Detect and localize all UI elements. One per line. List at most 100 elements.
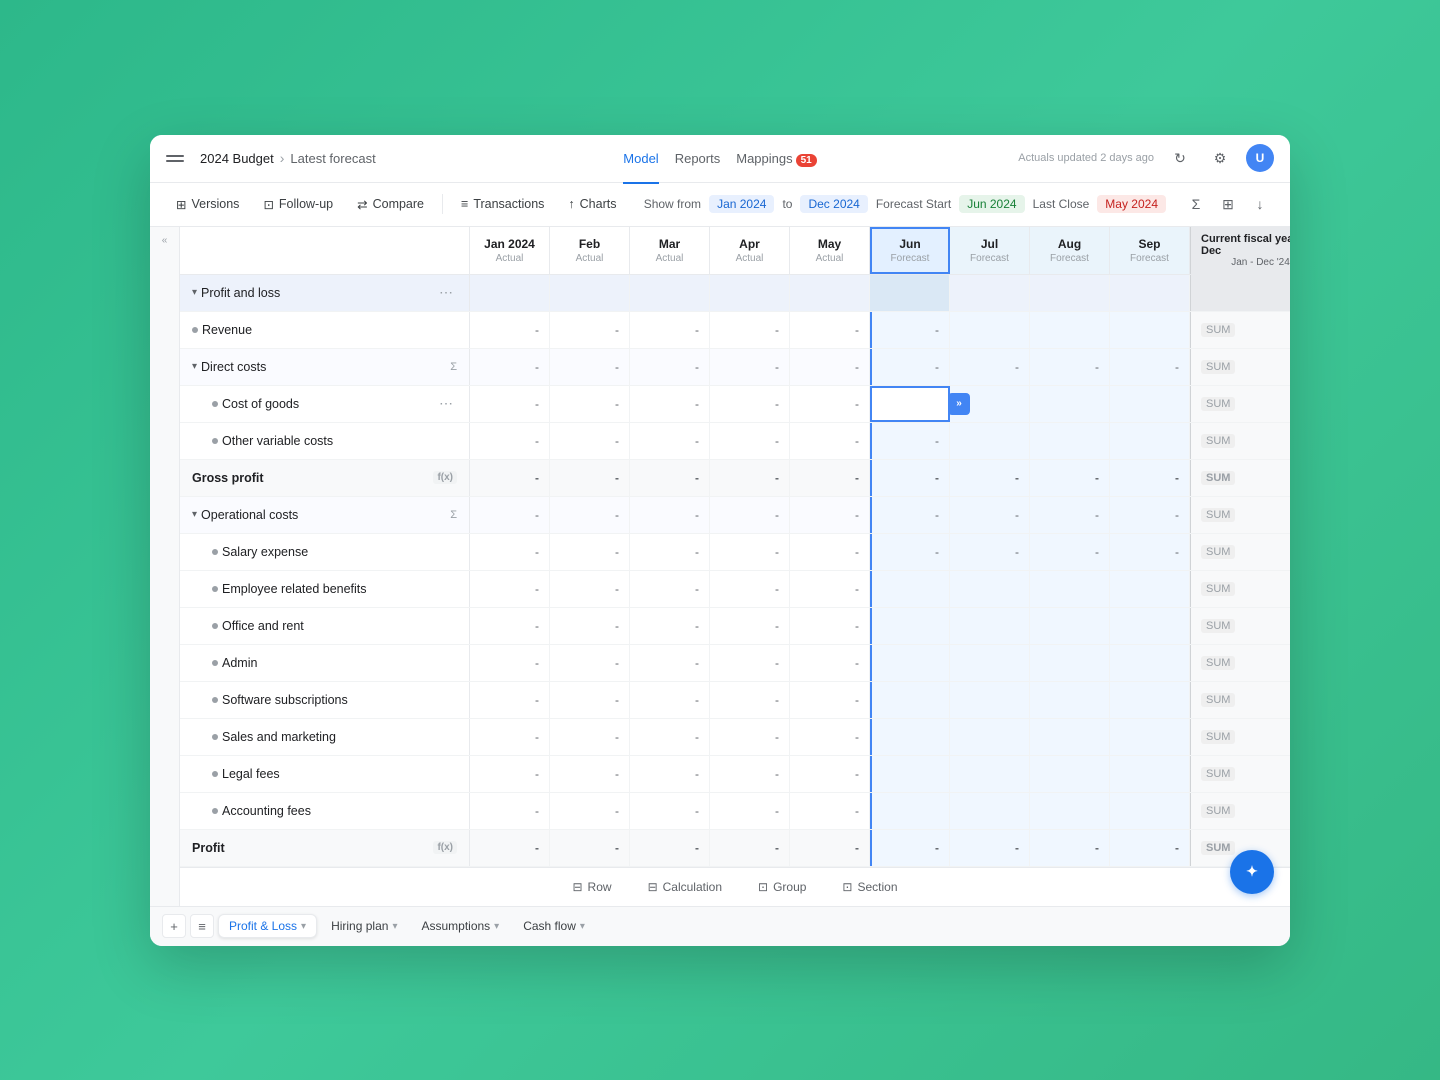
from-date-chip[interactable]: Jan 2024 <box>709 195 774 213</box>
pl-sep[interactable] <box>1110 275 1190 311</box>
tab-profit-loss[interactable]: Profit & Loss ▾ <box>218 914 317 938</box>
sheet-list-button[interactable]: ≡ <box>190 914 214 938</box>
rev-feb[interactable]: - <box>550 312 630 348</box>
ov-may[interactable]: - <box>790 423 870 459</box>
ov-aug[interactable] <box>1030 423 1110 459</box>
user-avatar[interactable]: U <box>1246 144 1274 172</box>
dc-may[interactable]: - <box>790 349 870 385</box>
adm-mar[interactable]: - <box>630 645 710 681</box>
eb-jul[interactable] <box>950 571 1030 607</box>
sm-jul[interactable] <box>950 719 1030 755</box>
gp-feb[interactable]: - <box>550 460 630 496</box>
gp-sep[interactable]: - <box>1110 460 1190 496</box>
ov-sep[interactable] <box>1110 423 1190 459</box>
adm-may[interactable]: - <box>790 645 870 681</box>
dc-mar[interactable]: - <box>630 349 710 385</box>
eb-jun[interactable] <box>870 571 950 607</box>
eb-sep[interactable] <box>1110 571 1190 607</box>
fab-button[interactable]: ✦ <box>1230 850 1274 894</box>
sw-jun[interactable] <box>870 682 950 718</box>
compare-button[interactable]: ⇄ Compare <box>347 192 434 217</box>
breadcrumb-item-1[interactable]: 2024 Budget <box>200 151 274 166</box>
pl-jul[interactable] <box>950 275 1030 311</box>
tab-assumptions[interactable]: Assumptions ▾ <box>411 915 509 937</box>
or-aug[interactable] <box>1030 608 1110 644</box>
adm-apr[interactable]: - <box>710 645 790 681</box>
cog-may[interactable]: - <box>790 386 870 422</box>
adm-feb[interactable]: - <box>550 645 630 681</box>
oc-sep[interactable]: - <box>1110 497 1190 533</box>
af-mar[interactable]: - <box>630 793 710 829</box>
af-aug[interactable] <box>1030 793 1110 829</box>
profit-mar[interactable]: - <box>630 830 710 866</box>
pl-aug[interactable] <box>1030 275 1110 311</box>
profit-sep[interactable]: - <box>1110 830 1190 866</box>
lf-jul[interactable] <box>950 756 1030 792</box>
adm-jun[interactable] <box>870 645 950 681</box>
dc-apr[interactable]: - <box>710 349 790 385</box>
profit-apr[interactable]: - <box>710 830 790 866</box>
oc-feb[interactable]: - <box>550 497 630 533</box>
tab-hiring-plan[interactable]: Hiring plan ▾ <box>321 915 407 937</box>
sm-may[interactable]: - <box>790 719 870 755</box>
af-apr[interactable]: - <box>710 793 790 829</box>
add-calculation-button[interactable]: ⊟ Calculation <box>638 876 732 898</box>
or-feb[interactable]: - <box>550 608 630 644</box>
oc-chevron[interactable]: ▾ <box>192 509 197 520</box>
grid-icon-btn[interactable]: ⊞ <box>1214 190 1242 218</box>
gp-jan[interactable]: - <box>470 460 550 496</box>
settings-button[interactable]: ⚙ <box>1206 144 1234 172</box>
lf-aug[interactable] <box>1030 756 1110 792</box>
sw-jul[interactable] <box>950 682 1030 718</box>
ov-apr[interactable]: - <box>710 423 790 459</box>
profit-jun[interactable]: - <box>870 830 950 866</box>
sal-apr[interactable]: - <box>710 534 790 570</box>
sm-feb[interactable]: - <box>550 719 630 755</box>
pl-jan[interactable] <box>470 275 550 311</box>
forecast-date-chip[interactable]: Jun 2024 <box>959 195 1024 213</box>
profit-may[interactable]: - <box>790 830 870 866</box>
af-feb[interactable]: - <box>550 793 630 829</box>
sal-mar[interactable]: - <box>630 534 710 570</box>
sum-icon-btn[interactable]: Σ <box>1182 190 1210 218</box>
gp-jul[interactable]: - <box>950 460 1030 496</box>
adm-jan[interactable]: - <box>470 645 550 681</box>
rev-aug[interactable] <box>1030 312 1110 348</box>
sm-jan[interactable]: - <box>470 719 550 755</box>
sm-apr[interactable]: - <box>710 719 790 755</box>
tab-reports[interactable]: Reports <box>675 147 721 170</box>
af-jun[interactable] <box>870 793 950 829</box>
sal-jul[interactable]: - <box>950 534 1030 570</box>
oc-aug[interactable]: - <box>1030 497 1110 533</box>
dc-aug[interactable]: - <box>1030 349 1110 385</box>
lf-sep[interactable] <box>1110 756 1190 792</box>
rev-sep[interactable] <box>1110 312 1190 348</box>
lf-feb[interactable]: - <box>550 756 630 792</box>
sal-aug[interactable]: - <box>1030 534 1110 570</box>
gp-apr[interactable]: - <box>710 460 790 496</box>
sm-jun[interactable] <box>870 719 950 755</box>
ov-jun[interactable]: - <box>870 423 950 459</box>
follow-up-button[interactable]: ⊡ Follow-up <box>253 192 343 217</box>
dc-chevron[interactable]: ▾ <box>192 361 197 372</box>
af-jan[interactable]: - <box>470 793 550 829</box>
gp-mar[interactable]: - <box>630 460 710 496</box>
pl-chevron[interactable]: ▾ <box>192 287 197 298</box>
oc-jun[interactable]: - <box>870 497 950 533</box>
sm-sep[interactable] <box>1110 719 1190 755</box>
eb-feb[interactable]: - <box>550 571 630 607</box>
eb-mar[interactable]: - <box>630 571 710 607</box>
cog-menu[interactable]: ⋯ <box>435 395 457 412</box>
sm-mar[interactable]: - <box>630 719 710 755</box>
sw-feb[interactable]: - <box>550 682 630 718</box>
lf-may[interactable]: - <box>790 756 870 792</box>
or-jan[interactable]: - <box>470 608 550 644</box>
rev-mar[interactable]: - <box>630 312 710 348</box>
cog-feb[interactable]: - <box>550 386 630 422</box>
lf-mar[interactable]: - <box>630 756 710 792</box>
rev-jul[interactable] <box>950 312 1030 348</box>
oc-may[interactable]: - <box>790 497 870 533</box>
rev-may[interactable]: - <box>790 312 870 348</box>
af-sep[interactable] <box>1110 793 1190 829</box>
ov-jul[interactable] <box>950 423 1030 459</box>
